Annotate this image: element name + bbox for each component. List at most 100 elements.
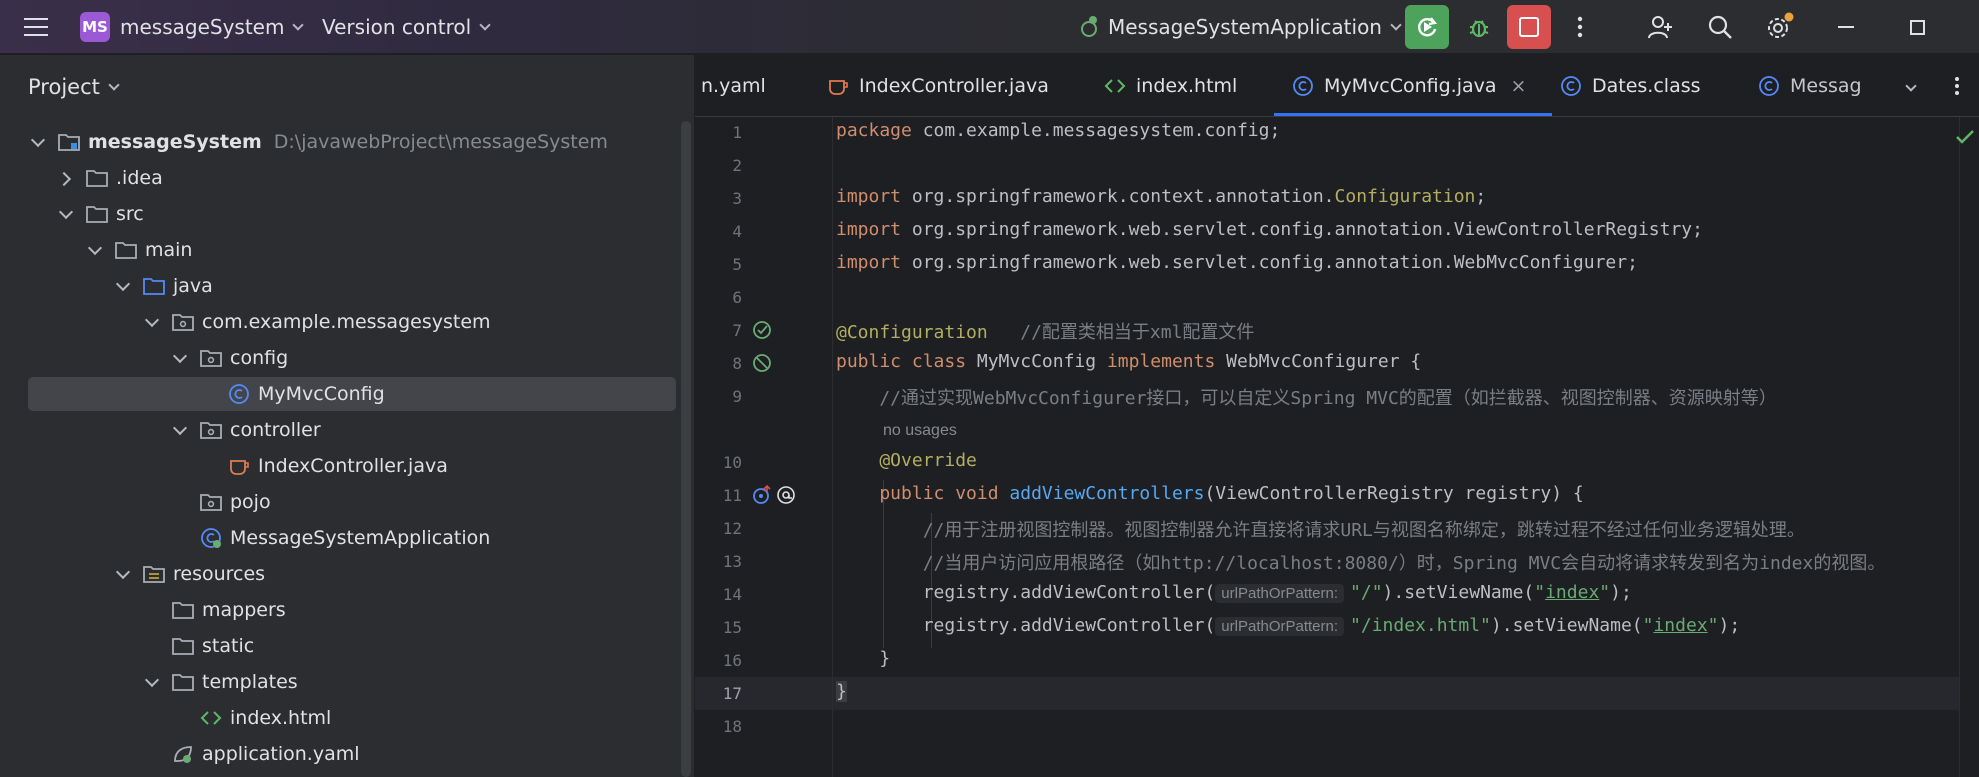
tree-item-indexcontroller[interactable]: IndexController.java [200,449,448,483]
code-line-15[interactable]: registry.addViewController(urlPathOrPatt… [836,615,1740,636]
project-badge[interactable]: MS [80,12,110,42]
tree-item-label: .idea [116,167,163,189]
tree-item-controller[interactable]: controller [172,413,321,447]
html-file-icon [200,707,222,729]
line-number: 1 [732,123,742,142]
code-line-16[interactable]: } [836,648,890,669]
code-line-3[interactable]: import org.springframework.context.annot… [836,186,1486,207]
expand-arrow-icon[interactable] [87,242,103,258]
code-line-10[interactable]: @Override [836,450,977,471]
code-line-11[interactable]: public void addViewControllers(ViewContr… [836,483,1583,504]
code-line-5[interactable]: import org.springframework.web.servlet.c… [836,252,1638,273]
code-line-17[interactable]: } [836,681,847,702]
code-line-13[interactable]: //当用户访问应用根路径（如http://localhost:8080/）时，S… [836,549,1886,575]
tree-item-static[interactable]: static [144,629,254,663]
tree-item-messagesystemapplication[interactable]: MessageSystemApplication [172,521,490,555]
tree-item-pojo[interactable]: pojo [172,485,271,519]
expand-arrow-icon[interactable] [58,206,74,222]
parameter-hint: urlPathOrPattern: [1215,584,1345,603]
line-number: 8 [732,354,742,373]
spring-bean-gutter-icon[interactable] [751,319,773,341]
expand-arrow-icon[interactable] [144,674,160,690]
tab-mymvcconfig[interactable]: MyMvcConfig.java × [1273,55,1553,116]
code-editor[interactable]: 1 2 3 4 5 6 7 8 9 10 11 12 13 14 15 16 1… [695,117,1979,777]
tree-item-config[interactable]: config [172,341,288,375]
tree-item-index-html[interactable]: index.html [172,701,331,735]
spring-bean-gutter-icon[interactable] [751,352,773,374]
expand-arrow-icon[interactable] [172,422,188,438]
expand-arrow-icon[interactable] [115,278,131,294]
rerun-button[interactable] [1405,5,1449,49]
class-icon [1560,75,1582,97]
tree-item-messagesystem[interactable]: messageSystem D:\javawebProject\messageS… [30,125,608,159]
tab-index-html[interactable]: index.html [1104,55,1237,116]
tree-item-java[interactable]: java [115,269,213,303]
editor-scrollbar[interactable] [1956,117,1979,777]
more-vertical-icon[interactable] [1954,76,1960,96]
project-scrollbar[interactable] [681,121,691,777]
tree-item-templates[interactable]: templates [144,665,298,699]
chevron-down-icon[interactable] [1904,80,1917,92]
menu-icon[interactable] [22,0,50,54]
code-line-7[interactable]: @Configuration //配置类相当于xml配置文件 [836,318,1254,344]
run-config-selector[interactable]: MessageSystemApplication [1076,0,1402,54]
vcs-menu[interactable]: Version control [322,0,491,54]
settings-button[interactable] [1764,0,1796,54]
minimize-button[interactable] [1838,0,1858,54]
code-line-14[interactable]: registry.addViewController(urlPathOrPatt… [836,582,1632,603]
maximize-button[interactable] [1910,0,1930,54]
resources-folder-icon [143,563,165,585]
tree-item-main[interactable]: main [87,233,192,267]
project-switcher[interactable]: messageSystem [120,0,305,54]
stop-button[interactable] [1507,5,1551,49]
debug-button[interactable] [1464,0,1494,54]
more-actions-button[interactable] [1572,0,1588,54]
tab-indexcontroller[interactable]: IndexController.java [827,55,1049,116]
tree-item-label: resources [173,563,266,585]
code-line-9[interactable]: //通过实现WebMvcConfigurer接口，可以自定义Spring MVC… [836,384,1776,410]
expand-arrow-icon[interactable] [30,134,46,150]
search-button[interactable] [1706,0,1734,54]
project-path: D:\javawebProject\messageSystem [273,131,608,153]
check-icon [1956,130,1974,144]
tab-dates-class[interactable]: Dates.class [1560,55,1701,116]
java-file-icon [228,455,250,477]
code-line-12[interactable]: //用于注册视图控制器。视图控制器允许直接将请求URL与视图名称绑定，跳转过程不… [836,516,1805,542]
tree-item-mymvcconfig[interactable]: MyMvcConfig [28,377,676,411]
tree-item-application-yaml[interactable]: application.yaml [144,737,360,771]
folder-icon [172,599,194,621]
class-icon [1758,75,1780,97]
expand-arrow-icon[interactable] [144,314,160,330]
editor-tab-bar: n.yaml IndexController.java index.html M… [695,55,1979,117]
tree-item-package-root[interactable]: com.example.messagesystem [144,305,491,339]
tree-item-resources[interactable]: resources [115,557,265,591]
minimize-icon [1838,26,1854,28]
usages-hint[interactable]: no usages [883,422,957,440]
expand-arrow-icon[interactable] [58,170,74,186]
tab-application-yaml[interactable]: n.yaml [701,55,766,116]
tree-item-label: index.html [230,707,332,729]
code-line-8[interactable]: public class MyMvcConfig implements WebM… [836,351,1421,372]
tree-item-label: messageSystem [88,131,262,153]
implements-method-icon[interactable] [751,484,773,506]
run-config-icon [1081,16,1097,37]
search-icon [1708,15,1732,39]
line-number: 18 [722,717,742,736]
override-annotation-icon[interactable] [775,484,797,506]
code-line-4[interactable]: import org.springframework.web.servlet.c… [836,219,1703,240]
tab-message[interactable]: Messag [1758,55,1862,116]
tree-item-label: MyMvcConfig [258,383,385,405]
code-with-me-button[interactable] [1646,0,1674,54]
tree-item-idea[interactable]: .idea [58,161,163,195]
tab-label: MyMvcConfig.java [1324,75,1497,97]
close-icon[interactable]: × [1511,75,1527,97]
tree-item-src[interactable]: src [58,197,144,231]
expand-arrow-icon[interactable] [172,350,188,366]
tree-item-mappers[interactable]: mappers [144,593,286,627]
line-number: 16 [722,651,742,670]
code-line-1[interactable]: package com.example.messagesystem.config… [836,120,1280,141]
expand-arrow-icon[interactable] [115,566,131,582]
project-view-selector[interactable]: Project [28,75,120,99]
panel-title: Project [28,75,100,99]
folder-icon [115,239,137,261]
